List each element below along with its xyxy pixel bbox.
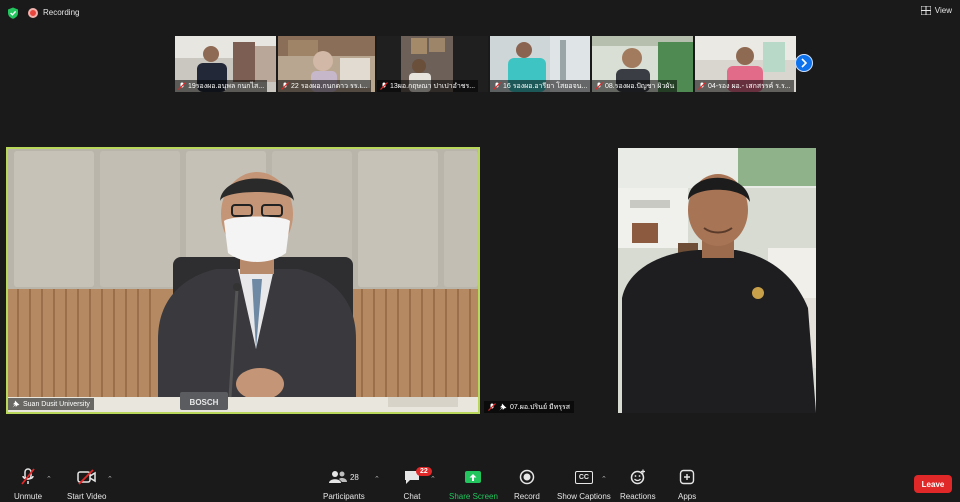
leave-meeting-button[interactable]: Leave (914, 475, 952, 493)
unmute-button[interactable]: Unmute (14, 468, 42, 501)
captions-options-caret-icon[interactable]: ⌃ (601, 475, 607, 483)
view-button[interactable]: View (920, 6, 952, 15)
mic-muted-icon (595, 82, 603, 90)
show-captions-button[interactable]: CC Show Captions (557, 468, 611, 501)
reactions-label: Reactions (620, 492, 656, 501)
chat-label: Chat (403, 492, 421, 501)
pin-icon (499, 403, 507, 411)
participant-thumbnail[interactable]: 13ผอ.กฤษณา ปาเปาอำชร... (377, 36, 488, 92)
recording-indicator-icon (28, 8, 38, 18)
apps-label: Apps (678, 492, 697, 501)
participant-name-bar: 16 รองผอ.อารียา โสยอจน... (490, 80, 590, 92)
unmute-label: Unmute (14, 492, 43, 501)
view-label: View (934, 6, 952, 15)
participants-icon (328, 471, 347, 483)
mic-muted-icon (488, 403, 496, 411)
secondary-video-feed (618, 148, 816, 413)
secondary-speaker-video[interactable] (618, 148, 816, 413)
participant-name-bar: 19รองผอ.อนุพล กนกไส... (175, 80, 268, 92)
participants-options-caret-icon[interactable]: ⌃ (374, 475, 380, 483)
mic-muted-icon (178, 82, 186, 90)
mic-muted-icon (698, 82, 706, 90)
audio-options-caret-icon[interactable]: ⌃ (46, 475, 52, 483)
participant-name: 04-รอง ผอ.- เสกสรรค์ ร.ร... (708, 82, 791, 90)
secondary-speaker-name-tag: 07.ผอ.ปรินย์ มีทรุรส (484, 401, 575, 413)
start-video-button[interactable]: Start Video (67, 468, 106, 501)
video-off-icon (76, 469, 96, 485)
participant-thumbnail-strip: 19รองผอ.อนุพล กนกไส... 22 รองผอ.กนกดาว ร… (175, 36, 796, 92)
participants-label: Participants (323, 492, 365, 501)
start-video-label: Start Video (67, 492, 107, 501)
security-shield-icon[interactable] (7, 7, 19, 19)
speaker-video-feed: BOSCH (8, 149, 478, 412)
video-options-caret-icon[interactable]: ⌃ (107, 475, 113, 483)
participant-name-bar: 08.รองผอ.ปัญชา ผิวผัน (592, 80, 678, 92)
participant-thumbnail[interactable]: 22 รองผอ.กนกดาว รร.เ... (278, 36, 375, 92)
chat-button[interactable]: 22 Chat (403, 467, 432, 501)
participant-name: 13ผอ.กฤษณา ปาเปาอำชร... (390, 82, 476, 90)
active-speaker-name: Suan Dusit University (23, 400, 90, 408)
share-screen-label: Share Screen (449, 492, 498, 501)
mic-muted-icon (380, 82, 388, 90)
mic-muted-icon (281, 82, 289, 90)
apps-button[interactable]: Apps (678, 468, 696, 501)
next-page-button[interactable] (795, 54, 813, 72)
recording-label: Recording (43, 8, 80, 17)
participant-name: 16 รองผอ.อารียา โสยอจน... (503, 82, 588, 90)
participant-thumbnail[interactable]: 16 รองผอ.อารียา โสยอจน... (490, 36, 590, 92)
mic-off-icon (21, 468, 35, 485)
record-button[interactable]: Record (514, 468, 540, 501)
meeting-top-bar: Recording View (0, 0, 960, 26)
closed-captions-icon: CC (574, 470, 593, 484)
mic-brand-label: BOSCH (190, 398, 219, 407)
active-speaker-name-tag: Suan Dusit University (8, 398, 94, 410)
participant-name-bar: 13ผอ.กฤษณา ปาเปาอำชร... (377, 80, 479, 92)
reactions-button[interactable]: Reactions (620, 468, 656, 501)
secondary-speaker-name: 07.ผอ.ปรินย์ มีทรุรส (510, 403, 571, 411)
show-captions-label: Show Captions (557, 492, 611, 501)
mic-muted-icon (493, 82, 501, 90)
record-label: Record (514, 492, 540, 501)
grid-view-icon (920, 6, 931, 15)
participant-name: 19รองผอ.อนุพล กนกไส... (188, 82, 265, 90)
participant-thumbnail[interactable]: 08.รองผอ.ปัญชา ผิวผัน (592, 36, 693, 92)
meeting-toolbar: Unmute ⌃ Start Video ⌃ 28 Participants ⌃ (0, 462, 960, 502)
participant-name: 08.รองผอ.ปัญชา ผิวผัน (605, 82, 675, 90)
share-screen-button[interactable]: Share Screen (449, 468, 498, 501)
participant-name-bar: 22 รองผอ.กนกดาว รร.เ... (278, 80, 371, 92)
apps-icon (679, 469, 695, 485)
active-speaker-video[interactable]: BOSCH Suan Dusit University (6, 147, 480, 414)
participant-thumbnail[interactable]: 04-รอง ผอ.- เสกสรรค์ ร.ร... (695, 36, 796, 92)
reactions-smiley-icon (630, 469, 645, 485)
participants-button[interactable]: 28 Participants (323, 468, 365, 501)
chat-options-caret-icon[interactable]: ⌃ (430, 475, 436, 483)
participant-name: 22 รองผอ.กนกดาว รร.เ... (291, 82, 368, 90)
participant-name-bar: 04-รอง ผอ.- เสกสรรค์ ร.ร... (695, 80, 794, 92)
participants-count: 28 (349, 472, 359, 482)
chevron-right-icon (801, 58, 808, 68)
share-screen-icon (465, 471, 482, 483)
record-icon (519, 469, 535, 485)
pin-icon (12, 400, 20, 408)
participant-thumbnail[interactable]: 19รองผอ.อนุพล กนกไส... (175, 36, 276, 92)
